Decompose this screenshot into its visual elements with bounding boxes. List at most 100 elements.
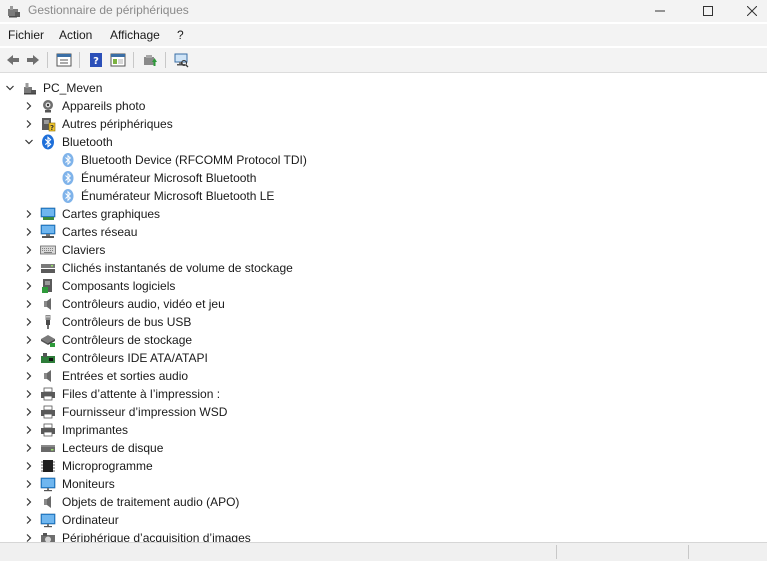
window-title: Gestionnaire de périphériques	[28, 3, 189, 17]
category-label: Objets de traitement audio (APO)	[62, 495, 240, 509]
tree-category[interactable]: Cartes graphiques	[0, 205, 767, 223]
chevron-right-icon[interactable]	[24, 497, 34, 507]
tree-category-expanded[interactable]: Bluetooth	[0, 133, 767, 151]
tree-category[interactable]: Fournisseur d’impression WSD	[0, 403, 767, 421]
firmware-chip-icon	[41, 460, 55, 472]
chevron-right-icon[interactable]	[24, 227, 34, 237]
chevron-right-icon[interactable]	[24, 425, 34, 435]
category-label: Contrôleurs de bus USB	[62, 315, 192, 329]
status-separator	[688, 545, 689, 559]
tree-category[interactable]: Contrôleurs audio, vidéo et jeu	[0, 295, 767, 313]
view-icon[interactable]	[109, 51, 127, 69]
chevron-right-icon[interactable]	[24, 443, 34, 453]
tree-category[interactable]: Moniteurs	[0, 475, 767, 493]
scan-hardware-icon[interactable]	[172, 51, 190, 69]
tree-category[interactable]: Contrôleurs IDE ATA/ATAPI	[0, 349, 767, 367]
printer-icon	[41, 423, 55, 437]
chevron-right-icon[interactable]	[24, 317, 34, 327]
tree-category[interactable]: Ordinateur	[0, 511, 767, 529]
display-adapter-icon	[40, 207, 56, 220]
bluetooth-icon	[62, 153, 74, 167]
speaker-icon	[44, 298, 51, 310]
chevron-right-icon[interactable]	[24, 461, 34, 471]
chevron-right-icon[interactable]	[24, 209, 34, 219]
forward-arrow-icon[interactable]	[24, 51, 42, 69]
chevron-right-icon[interactable]	[24, 119, 34, 129]
tree-category[interactable]: Files d’attente à l’impression :	[0, 385, 767, 403]
category-label: Files d’attente à l’impression :	[62, 387, 221, 401]
tree-device[interactable]: Bluetooth Device (RFCOMM Protocol TDI)	[0, 151, 767, 169]
chevron-right-icon[interactable]	[24, 299, 34, 309]
tree-category[interactable]: Objets de traitement audio (APO)	[0, 493, 767, 511]
menu-help[interactable]: ?	[177, 28, 184, 42]
tree-category[interactable]: Claviers	[0, 241, 767, 259]
tree-category[interactable]: Imprimantes	[0, 421, 767, 439]
update-driver-icon[interactable]	[141, 51, 159, 69]
monitor-icon	[40, 513, 56, 528]
speaker-icon	[44, 370, 51, 382]
category-label: Microprogramme	[62, 459, 153, 473]
close-button[interactable]	[729, 0, 767, 22]
svg-text:?: ?	[93, 56, 99, 67]
tree-category[interactable]: Lecteurs de disque	[0, 439, 767, 457]
bluetooth-icon	[62, 171, 74, 185]
tree-root-label: PC_Meven	[43, 81, 103, 95]
menu-action[interactable]: Action	[59, 28, 92, 42]
tree-category[interactable]: Contrôleurs de stockage	[0, 331, 767, 349]
unknown-device-icon: ?	[42, 118, 56, 132]
toolbar-separator	[47, 52, 48, 68]
category-label: Imprimantes	[62, 423, 129, 437]
chevron-right-icon[interactable]	[24, 335, 34, 345]
computer-icon	[24, 83, 36, 95]
category-label: Cartes graphiques	[62, 207, 161, 221]
tree-category[interactable]: Appareils photo	[0, 97, 767, 115]
status-separator	[556, 545, 557, 559]
chevron-right-icon[interactable]	[24, 353, 34, 363]
minimize-button[interactable]	[637, 0, 683, 22]
tree-category[interactable]: Microprogramme	[0, 457, 767, 475]
network-adapter-icon	[40, 224, 56, 238]
ide-controller-icon	[41, 353, 55, 363]
chevron-right-icon[interactable]	[24, 371, 34, 381]
chevron-down-icon[interactable]	[5, 83, 15, 93]
keyboard-icon	[40, 245, 56, 255]
device-label: Énumérateur Microsoft Bluetooth LE	[81, 189, 275, 203]
monitor-icon	[40, 477, 56, 492]
tree-category[interactable]: Clichés instantanés de volume de stockag…	[0, 259, 767, 277]
chevron-right-icon[interactable]	[24, 515, 34, 525]
chevron-right-icon[interactable]	[24, 245, 34, 255]
tree-device[interactable]: Énumérateur Microsoft Bluetooth	[0, 169, 767, 187]
tree-device[interactable]: Énumérateur Microsoft Bluetooth LE	[0, 187, 767, 205]
tree-root[interactable]: PC_Meven	[0, 79, 767, 97]
tree-category[interactable]: ? Autres périphériques	[0, 115, 767, 133]
category-label: Lecteurs de disque	[62, 441, 164, 455]
tree-category[interactable]: Composants logiciels	[0, 277, 767, 295]
back-arrow-icon[interactable]	[4, 51, 22, 69]
toolbar-separator	[165, 52, 166, 68]
maximize-button[interactable]	[685, 0, 731, 22]
toolbar-separator	[79, 52, 80, 68]
category-label: Contrôleurs audio, vidéo et jeu	[62, 297, 225, 311]
chevron-right-icon[interactable]	[24, 407, 34, 417]
menu-view[interactable]: Affichage	[110, 28, 160, 42]
speaker-icon	[44, 496, 51, 508]
chevron-right-icon[interactable]	[24, 389, 34, 399]
chevron-down-icon[interactable]	[24, 137, 34, 147]
category-label: Cartes réseau	[62, 225, 138, 239]
chevron-right-icon[interactable]	[24, 281, 34, 291]
device-label: Bluetooth Device (RFCOMM Protocol TDI)	[81, 153, 307, 167]
chevron-right-icon[interactable]	[24, 101, 34, 111]
tree-category[interactable]: Entrées et sorties audio	[0, 367, 767, 385]
tree-category[interactable]: Cartes réseau	[0, 223, 767, 241]
chevron-right-icon[interactable]	[24, 479, 34, 489]
category-label: Claviers	[62, 243, 106, 257]
bluetooth-icon	[42, 134, 54, 150]
help-icon[interactable]: ?	[87, 51, 105, 69]
menu-file[interactable]: Fichier	[8, 28, 44, 42]
chevron-right-icon[interactable]	[24, 263, 34, 273]
status-bar	[0, 542, 767, 561]
tree-category[interactable]: Contrôleurs de bus USB	[0, 313, 767, 331]
printer-icon	[41, 387, 55, 401]
category-label: Autres périphériques	[62, 117, 173, 131]
properties-icon[interactable]	[55, 51, 73, 69]
